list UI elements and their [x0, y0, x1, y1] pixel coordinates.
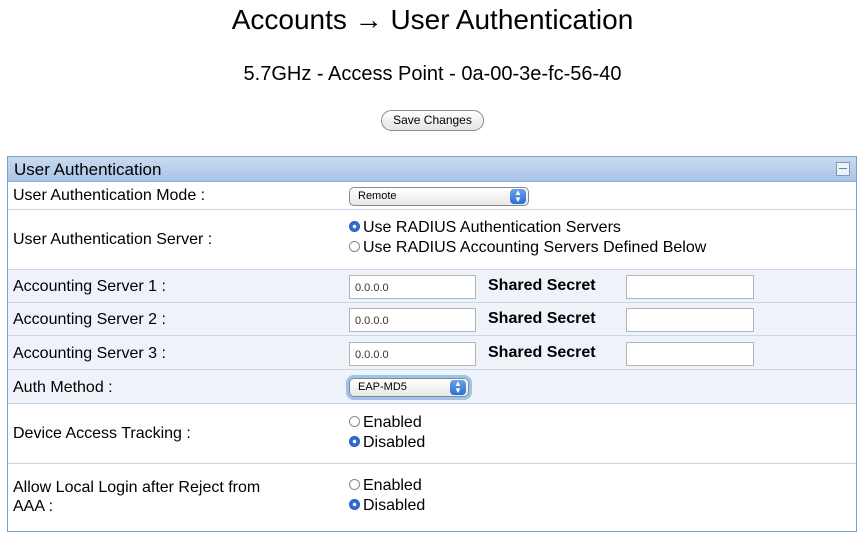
- shared-secret-2-label: Shared Secret: [488, 310, 596, 327]
- shared-secret-3-input[interactable]: [626, 342, 754, 366]
- radio-option-radius-auth[interactable]: Use RADIUS Authentication Servers: [349, 218, 706, 238]
- row-auth-method: Auth Method : EAP-MD5 ▲ ▼: [8, 370, 856, 404]
- row-accounting-server-1: Accounting Server 1 : 0.0.0.0 Shared Sec…: [8, 270, 856, 303]
- radio-option-radius-acct[interactable]: Use RADIUS Accounting Servers Defined Be…: [349, 238, 706, 258]
- radio-local-login-enabled[interactable]: Enabled: [349, 476, 425, 496]
- accounting-server-2-label: Accounting Server 2 :: [13, 311, 166, 328]
- radio-selected-icon[interactable]: [349, 436, 360, 447]
- radio-local-login-disabled[interactable]: Disabled: [349, 496, 425, 516]
- device-access-tracking-label: Device Access Tracking :: [13, 425, 191, 442]
- accounting-server-3-input[interactable]: 0.0.0.0: [349, 342, 476, 366]
- radio-unselected-icon[interactable]: [349, 479, 360, 490]
- select-arrows-icon: ▲ ▼: [510, 189, 526, 204]
- page-subtitle: 5.7GHz - Access Point - 0a-00-3e-fc-56-4…: [243, 63, 622, 85]
- auth-mode-select[interactable]: Remote ▲ ▼: [349, 187, 529, 206]
- row-allow-local-login: Allow Local Login after Reject from AAA …: [8, 464, 856, 531]
- row-auth-server: User Authentication Server : Use RADIUS …: [8, 210, 856, 270]
- accounting-server-1-label: Accounting Server 1 :: [13, 278, 166, 295]
- auth-mode-label: User Authentication Mode :: [13, 187, 206, 204]
- save-changes-button[interactable]: Save Changes: [381, 110, 484, 131]
- accounting-server-1-input[interactable]: 0.0.0.0: [349, 275, 476, 299]
- user-authentication-panel: User Authentication User Authentication …: [7, 156, 857, 532]
- allow-local-login-label: Allow Local Login after Reject from AAA …: [13, 479, 261, 515]
- allow-local-login-options: Enabled Disabled: [349, 476, 425, 516]
- radio-unselected-icon[interactable]: [349, 241, 360, 252]
- shared-secret-2-input[interactable]: [626, 308, 754, 332]
- auth-server-label: User Authentication Server :: [13, 231, 213, 248]
- radio-selected-icon[interactable]: [349, 221, 360, 232]
- accounting-server-2-input[interactable]: 0.0.0.0: [349, 308, 476, 332]
- auth-method-value: EAP-MD5: [358, 381, 407, 393]
- panel-title: User Authentication: [14, 160, 162, 179]
- auth-method-select[interactable]: EAP-MD5 ▲ ▼: [349, 378, 469, 397]
- shared-secret-1-input[interactable]: [626, 275, 754, 299]
- accounting-server-3-label: Accounting Server 3 :: [13, 345, 166, 362]
- save-button-wrap: Save Changes: [0, 110, 865, 131]
- page-title: Accounts → User Authentication: [231, 4, 634, 35]
- radio-tracking-disabled[interactable]: Disabled: [349, 433, 425, 453]
- row-accounting-server-3: Accounting Server 3 : 0.0.0.0 Shared Sec…: [8, 336, 856, 370]
- radio-selected-icon[interactable]: [349, 499, 360, 510]
- collapse-icon[interactable]: [836, 162, 850, 176]
- panel-header: User Authentication: [8, 157, 856, 182]
- row-device-access-tracking: Device Access Tracking : Enabled Disable…: [8, 404, 856, 464]
- auth-method-label: Auth Method :: [13, 379, 113, 396]
- row-auth-mode: User Authentication Mode : Remote ▲ ▼: [8, 182, 856, 210]
- auth-server-options: Use RADIUS Authentication Servers Use RA…: [349, 218, 706, 258]
- radio-unselected-icon[interactable]: [349, 416, 360, 427]
- row-accounting-server-2: Accounting Server 2 : 0.0.0.0 Shared Sec…: [8, 303, 856, 336]
- radio-tracking-enabled[interactable]: Enabled: [349, 413, 425, 433]
- shared-secret-1-label: Shared Secret: [488, 277, 596, 294]
- shared-secret-3-label: Shared Secret: [488, 344, 596, 361]
- auth-mode-value: Remote: [358, 190, 397, 202]
- select-arrows-icon: ▲ ▼: [450, 380, 466, 395]
- device-access-tracking-options: Enabled Disabled: [349, 413, 425, 453]
